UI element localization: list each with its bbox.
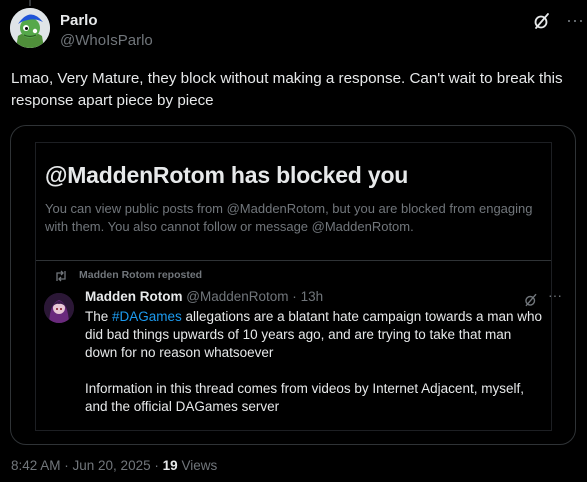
author-name[interactable]: Parlo — [60, 12, 98, 29]
views-count: 19 — [162, 458, 178, 473]
inner-text-prefix: The — [85, 309, 113, 324]
thread-connector-line — [29, 0, 31, 6]
tweet-footer: 8:42 AM · Jun 20, 2025 · 19 Views — [11, 458, 217, 473]
footer-separator: · — [154, 458, 159, 473]
inner-author-handle: @MaddenRotom — [186, 289, 289, 304]
blocked-title: @MaddenRotom has blocked you — [45, 162, 409, 188]
inner-paragraph-2: Information in this thread comes from vi… — [85, 381, 524, 414]
inner-paragraph-1: The #DAGames allegations are a blatant h… — [85, 308, 547, 362]
inner-grok-icon — [524, 293, 538, 307]
grok-icon[interactable] — [533, 12, 551, 30]
tweet-text: Lmao, Very Mature, they block without ma… — [11, 70, 563, 109]
inner-author-avatar — [44, 293, 74, 323]
repost-icon — [56, 270, 66, 282]
author-handle[interactable]: @WhoIsParlo — [60, 32, 153, 49]
inner-post-header: Madden Rotom @MaddenRotom · 13h — [85, 289, 323, 304]
more-options-icon[interactable]: ··· — [563, 10, 587, 34]
inner-avatar-image — [44, 293, 74, 323]
inner-author-name: Madden Rotom — [85, 289, 183, 304]
inner-time-ago: 13h — [300, 289, 324, 304]
inner-more-options-icon: ··· — [548, 287, 562, 303]
inner-post-text: The #DAGames allegations are a blatant h… — [85, 308, 547, 434]
inner-meta-separator: · — [292, 289, 297, 304]
tweet-timestamp[interactable]: 8:42 AM · Jun 20, 2025 — [11, 458, 151, 473]
blocked-description: You can view public posts from @MaddenRo… — [45, 201, 533, 234]
views-label: Views — [181, 458, 218, 473]
embedded-screenshot: @MaddenRotom has blocked you You can vie… — [35, 142, 562, 434]
tweet-header: Parlo @WhoIsParlo ··· — [10, 8, 587, 56]
avatar-image — [10, 8, 50, 48]
author-avatar[interactable] — [10, 8, 50, 48]
inner-hashtag: #DAGames — [112, 309, 182, 324]
repost-label: Madden Rotom reposted — [79, 269, 203, 281]
screenshot-divider — [36, 260, 551, 261]
attached-image-card[interactable]: @MaddenRotom has blocked you You can vie… — [10, 125, 576, 445]
